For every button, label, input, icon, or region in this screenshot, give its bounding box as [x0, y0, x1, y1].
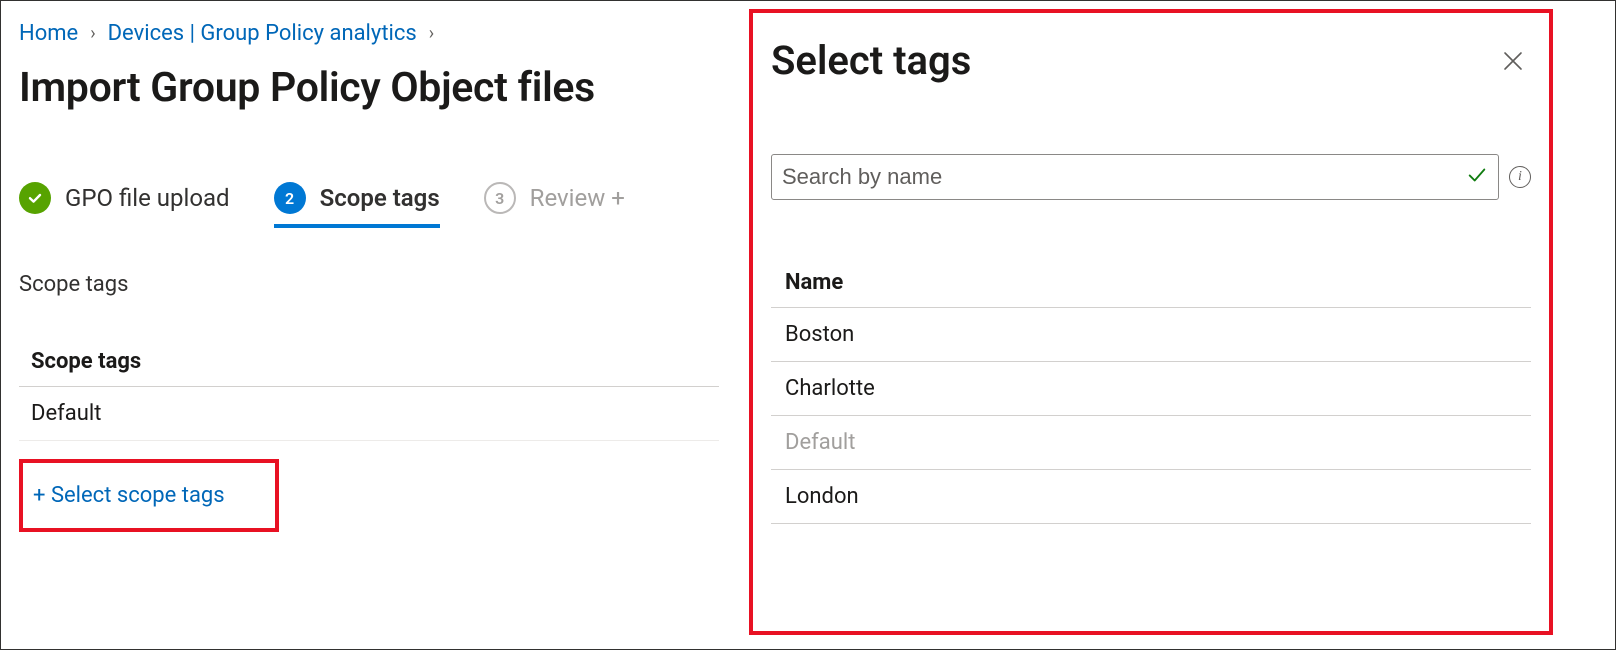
select-tags-blade: Select tags i Name Boston Charlotte Defa… [749, 9, 1553, 635]
chevron-right-icon: › [90, 23, 95, 44]
checkmark-icon [19, 182, 51, 214]
step-scope-tags[interactable]: 2 Scope tags [274, 182, 440, 224]
step-number-icon: 2 [274, 182, 306, 214]
list-header: Name [771, 260, 1531, 308]
list-item[interactable]: Charlotte [771, 362, 1531, 416]
list-item: Default [771, 416, 1531, 470]
step-label: Scope tags [320, 184, 440, 212]
list-item[interactable]: Boston [771, 308, 1531, 362]
select-scope-tags-link[interactable]: + Select scope tags [23, 469, 275, 522]
page-title: Import Group Policy Object files [19, 64, 723, 112]
select-scope-tags-highlight: + Select scope tags [19, 459, 279, 532]
step-number-icon: 3 [484, 182, 516, 214]
close-icon [1501, 49, 1525, 73]
step-label: Review + [530, 184, 625, 212]
table-row: Default [19, 387, 719, 441]
table-header: Scope tags [19, 339, 719, 387]
wizard-steps: GPO file upload 2 Scope tags 3 Review + [19, 182, 723, 224]
breadcrumb-home[interactable]: Home [19, 21, 78, 46]
main-panel: Home › Devices | Group Policy analytics … [1, 1, 741, 651]
breadcrumb-devices[interactable]: Devices | Group Policy analytics [108, 21, 417, 46]
close-button[interactable] [1495, 43, 1531, 79]
scope-tags-table: Scope tags Default [19, 339, 719, 441]
step-gpo-upload[interactable]: GPO file upload [19, 182, 230, 224]
search-box[interactable] [771, 154, 1499, 200]
section-label: Scope tags [19, 272, 723, 297]
checkmark-icon [1466, 164, 1488, 190]
list-item[interactable]: London [771, 470, 1531, 524]
step-label: GPO file upload [65, 184, 230, 212]
info-icon[interactable]: i [1509, 166, 1531, 188]
chevron-right-icon: › [429, 23, 434, 44]
blade-title: Select tags [771, 37, 971, 84]
search-input[interactable] [782, 164, 1466, 190]
tag-list: Name Boston Charlotte Default London [771, 260, 1531, 524]
step-review[interactable]: 3 Review + [484, 182, 625, 224]
breadcrumb: Home › Devices | Group Policy analytics … [19, 21, 723, 46]
